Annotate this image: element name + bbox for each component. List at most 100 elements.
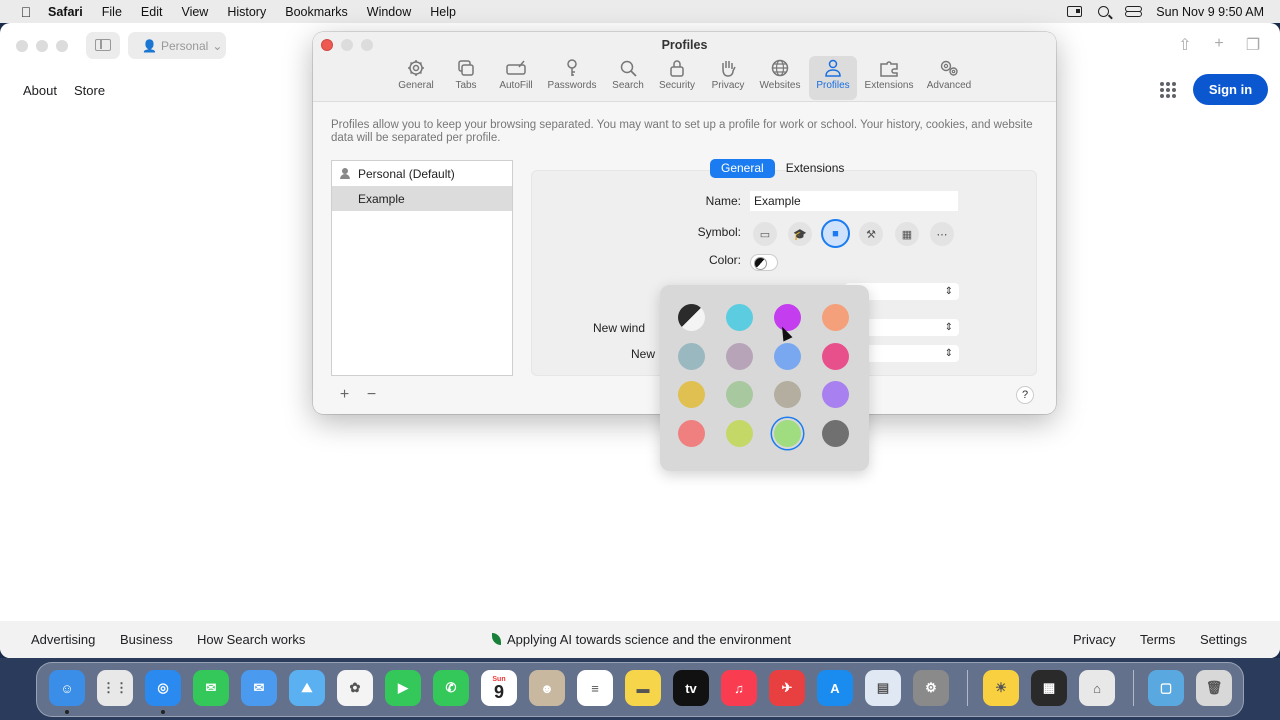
segment-general[interactable]: General (710, 159, 775, 178)
dock-app-preview[interactable]: ▤ (865, 670, 901, 706)
color-swatch[interactable] (774, 342, 801, 370)
dock-app-finder[interactable]: ☺ (49, 670, 85, 706)
app-store-icon: A (830, 680, 840, 696)
tab-overview-icon[interactable]: ❐ (1244, 35, 1262, 55)
menu-bookmarks[interactable]: Bookmarks (285, 5, 348, 19)
menu-view[interactable]: View (181, 5, 208, 19)
tab-security[interactable]: Security (655, 56, 699, 100)
tab-profiles[interactable]: Profiles (809, 56, 857, 100)
dock-app-messages[interactable]: ✉ (193, 670, 229, 706)
color-swatch[interactable] (726, 381, 753, 408)
remove-profile-button[interactable]: − (358, 386, 385, 404)
footer-settings-link[interactable]: Settings (1200, 632, 1247, 647)
color-swatch[interactable] (678, 419, 705, 447)
color-swatch[interactable] (822, 342, 849, 370)
dock-app-launchpad[interactable]: ⋮⋮ (97, 670, 133, 706)
footer-advertising-link[interactable]: Advertising (31, 632, 95, 647)
color-swatch[interactable] (822, 419, 849, 447)
color-swatch[interactable] (822, 381, 849, 408)
tab-extensions[interactable]: Extensions (863, 56, 915, 100)
dock-app-phone[interactable]: ✆ (433, 670, 469, 706)
color-swatch[interactable] (726, 304, 753, 331)
symbol-id-badge-button[interactable]: ▭ (753, 222, 777, 246)
profile-item-example[interactable]: Example (332, 186, 512, 211)
tab-privacy[interactable]: Privacy (707, 56, 749, 100)
apple-icon[interactable]:  (18, 4, 34, 20)
messages-icon: ✉ (205, 680, 217, 695)
menu-history[interactable]: History (227, 5, 266, 19)
menu-app-name[interactable]: Safari (48, 5, 83, 19)
footer-terms-link[interactable]: Terms (1140, 632, 1175, 647)
color-swatch[interactable] (822, 304, 849, 331)
tab-websites[interactable]: Websites (755, 56, 805, 100)
menu-file[interactable]: File (102, 5, 122, 19)
minimize-window-button[interactable] (36, 40, 48, 52)
dock-app-facetime[interactable]: ▶ (385, 670, 421, 706)
segment-extensions[interactable]: Extensions (775, 159, 856, 178)
dock-app-tv[interactable]: tv (673, 670, 709, 706)
color-swatch[interactable] (678, 342, 705, 370)
dock-app-system-settings[interactable]: ⚙ (913, 670, 949, 706)
tab-advanced[interactable]: Advanced (923, 56, 975, 100)
dock-app-safari[interactable]: ◎ (145, 670, 181, 706)
symbol-briefcase-button[interactable]: ■ (821, 219, 850, 248)
tab-autofill[interactable]: AutoFill (493, 56, 539, 100)
dock-app-music[interactable]: ♫ (721, 670, 757, 706)
dock-app-trash[interactable]: 🗑 (1196, 670, 1232, 706)
menu-window[interactable]: Window (367, 5, 411, 19)
color-swatch[interactable] (774, 381, 801, 408)
zoom-window-button[interactable] (56, 40, 68, 52)
profile-button[interactable]: 👤 Personal ⌄ (128, 32, 226, 59)
dock-app-reminders[interactable]: ≡ (577, 670, 613, 706)
profile-name-field[interactable]: Example (750, 191, 958, 211)
control-center-icon[interactable] (1125, 6, 1143, 17)
symbol-graduation-button[interactable]: 🎓 (788, 222, 812, 246)
footer-business-link[interactable]: Business (120, 632, 173, 647)
google-apps-icon[interactable] (1160, 82, 1176, 98)
close-window-button[interactable] (16, 40, 28, 52)
color-swatch[interactable] (726, 342, 753, 370)
dock-app-notes[interactable]: ▬ (625, 670, 661, 706)
google-about-link[interactable]: About (23, 83, 57, 98)
sidebar-toggle-button[interactable] (86, 32, 120, 59)
dock-app-installer[interactable]: ⌂ (1079, 670, 1115, 706)
new-tab-icon[interactable]: + (1210, 35, 1228, 55)
add-profile-button[interactable]: + (331, 386, 358, 404)
dock-app-mail[interactable]: ✉ (241, 670, 277, 706)
tab-tabs[interactable]: Tabs (447, 56, 485, 100)
google-store-link[interactable]: Store (74, 83, 105, 98)
color-swatch[interactable] (678, 304, 705, 331)
dock-app-archiver[interactable]: ▦ (1031, 670, 1067, 706)
footer-sustainability-link[interactable]: Applying AI towards science and the envi… (492, 632, 791, 647)
color-swatch[interactable] (726, 419, 753, 447)
footer-privacy-link[interactable]: Privacy (1073, 632, 1116, 647)
dock-app-downloads[interactable]: ▢ (1148, 670, 1184, 706)
help-button[interactable]: ? (1016, 386, 1034, 404)
profile-item-personal[interactable]: Personal (Default) (332, 161, 512, 186)
symbol-building-button[interactable]: ▦ (895, 222, 919, 246)
dock-app-tips[interactable]: ☀ (983, 670, 1019, 706)
footer-how-search-works-link[interactable]: How Search works (197, 632, 305, 647)
tab-passwords[interactable]: Passwords (545, 56, 599, 100)
dock-app-rocket[interactable]: ✈ (769, 670, 805, 706)
tab-tabs-label: Tabs (455, 80, 477, 91)
symbol-hammer-button[interactable]: ⚒ (859, 222, 883, 246)
dock-app-calendar[interactable]: Sun 9 (481, 670, 517, 706)
color-well-button[interactable] (750, 254, 778, 271)
display-icon[interactable] (1067, 6, 1083, 17)
spotlight-icon[interactable] (1098, 6, 1110, 17)
menu-edit[interactable]: Edit (141, 5, 163, 19)
dock-app-app-store[interactable]: A (817, 670, 853, 706)
symbol-more-button[interactable]: ⋯ (930, 222, 954, 246)
dock-app-maps[interactable]: ⛰ (289, 670, 325, 706)
share-icon[interactable]: ⇧ (1176, 35, 1194, 55)
color-swatch[interactable] (678, 381, 705, 408)
tab-general[interactable]: General (393, 56, 439, 100)
menu-help[interactable]: Help (430, 5, 456, 19)
menubar-clock[interactable]: Sun Nov 9 9:50 AM (1156, 5, 1264, 19)
dock-app-photos[interactable]: ✿ (337, 670, 373, 706)
color-swatch[interactable] (774, 419, 801, 447)
sign-in-button[interactable]: Sign in (1193, 74, 1268, 105)
tab-search[interactable]: Search (607, 56, 649, 100)
dock-app-contacts[interactable]: ☻ (529, 670, 565, 706)
